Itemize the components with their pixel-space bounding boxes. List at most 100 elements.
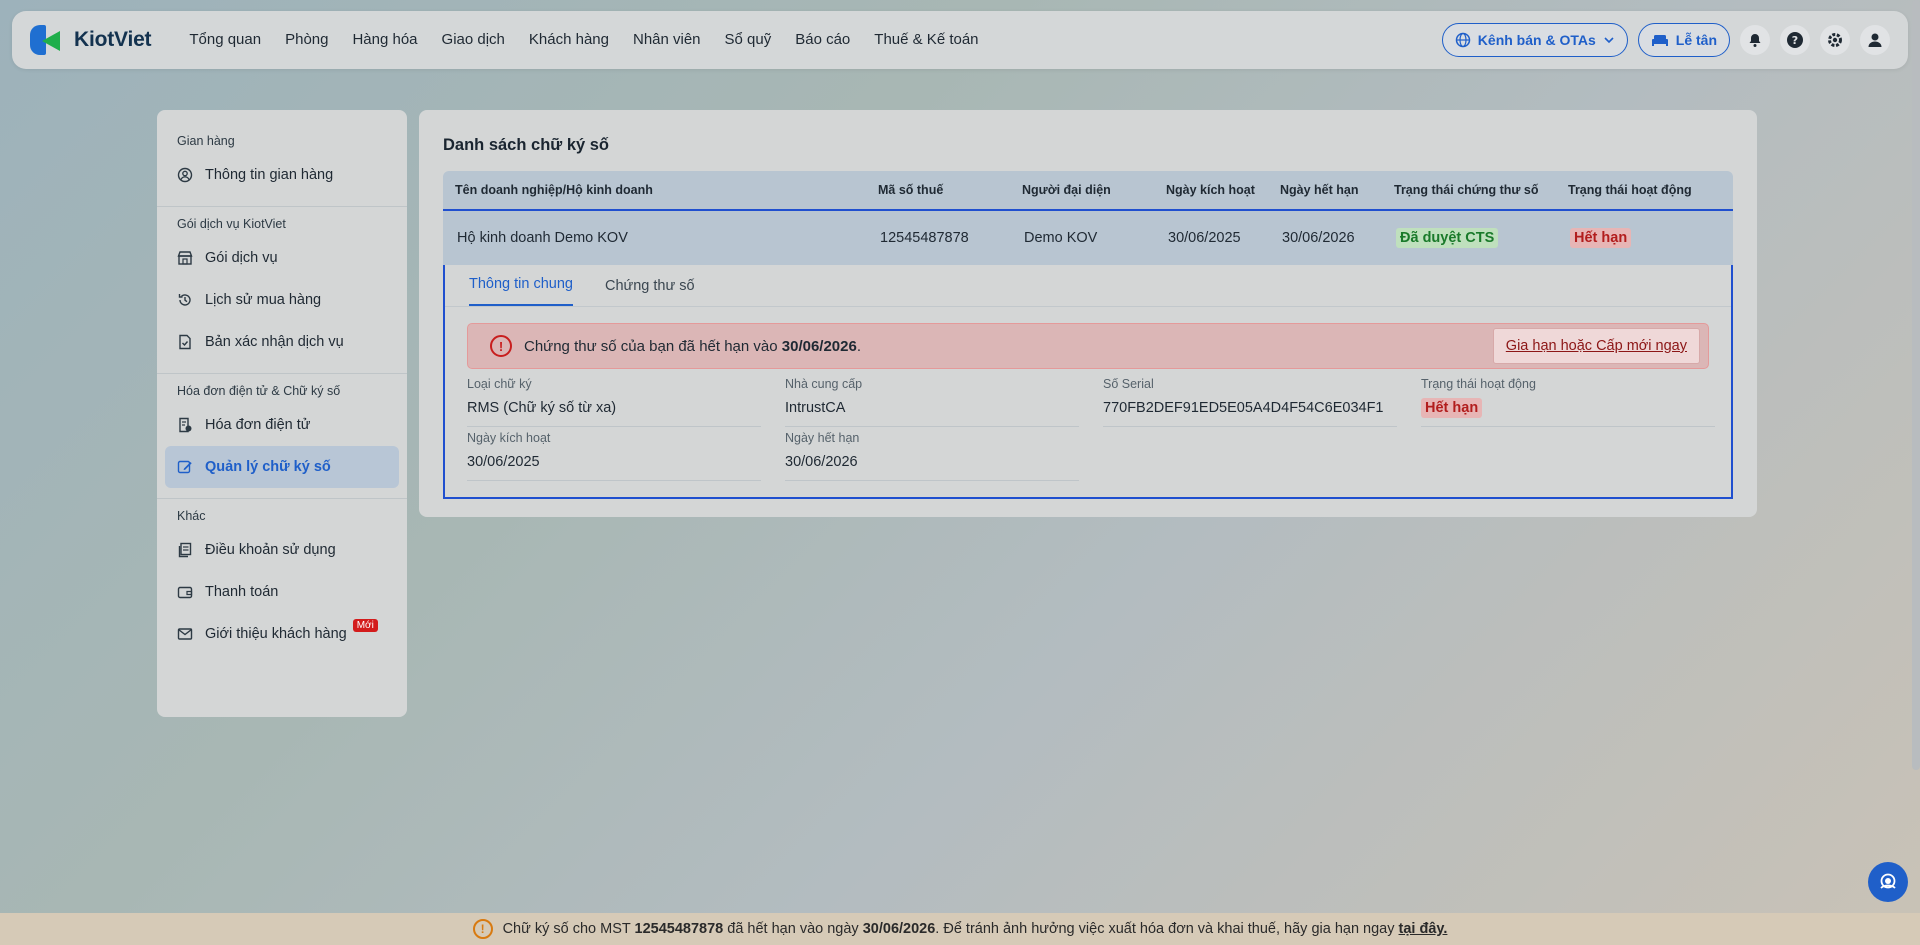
field-operation-status: Trạng thái hoạt động Hết hạn	[1421, 373, 1715, 427]
bell-icon	[1749, 34, 1761, 47]
help-button[interactable]: ?	[1780, 25, 1810, 55]
column-header-tax-code: Mã số thuế	[878, 183, 944, 197]
gear-icon	[1828, 33, 1842, 47]
settings-sidebar: Gian hàng Thông tin gian hàng Gói dịch v…	[157, 110, 407, 717]
table-row[interactable]: Hộ kinh doanh Demo KOV 12545487878 Demo …	[443, 209, 1733, 265]
user-button[interactable]	[1860, 25, 1890, 55]
banner-text-3: . Để tránh ảnh hưởng việc xuất hóa đơn v…	[935, 921, 1399, 937]
cell-expiry-date: 30/06/2026	[1282, 230, 1355, 246]
sidebar-item-referral[interactable]: Giới thiệu khách hàng Mới	[165, 613, 399, 655]
sidebar-item-service-confirmation[interactable]: Bản xác nhận dịch vụ	[165, 321, 399, 363]
sidebar-item-signature-management[interactable]: Quản lý chữ ký số	[165, 446, 399, 488]
nav-item-nhan-vien[interactable]: Nhân viên	[621, 11, 713, 69]
sidebar-item-terms[interactable]: Điều khoản sử dụng	[165, 529, 399, 571]
field-value: RMS (Chữ ký số từ xa)	[467, 397, 761, 427]
sidebar-item-label: Điều khoản sử dụng	[205, 542, 336, 558]
field-expiry-date: Ngày hết hạn 30/06/2026	[785, 427, 1079, 481]
field-value: IntrustCA	[785, 397, 1079, 427]
column-header-certificate-status: Trạng thái chứng thư số	[1394, 183, 1539, 197]
sidebar-group-title: Gói dịch vụ KiotViet	[177, 217, 286, 231]
sidebar-group-title: Hóa đơn điện tử & Chữ ký số	[177, 384, 341, 398]
certificate-status-badge: Đã duyệt CTS	[1396, 228, 1499, 248]
main-nav: Tổng quan Phòng Hàng hóa Giao dịch Khách…	[177, 11, 990, 69]
new-badge: Mới	[352, 618, 378, 632]
field-value: 30/06/2025	[467, 451, 761, 481]
field-value-container: Hết hạn	[1421, 397, 1715, 427]
logo[interactable]: KiotViet	[28, 23, 152, 57]
field-provider: Nhà cung cấp IntrustCA	[785, 373, 1079, 427]
sidebar-item-label: Thanh toán	[205, 584, 279, 600]
banner-text-2: đã hết hạn vào ngày	[723, 921, 863, 937]
sidebar-item-purchase-history[interactable]: Lịch sử mua hàng	[165, 279, 399, 321]
tab-general-info[interactable]: Thông tin chung	[469, 276, 573, 306]
expired-alert: ! Chứng thư số của bạn đã hết hạn vào 30…	[467, 323, 1709, 369]
field-activation-date: Ngày kích hoạt 30/06/2025	[467, 427, 761, 481]
channels-button[interactable]: Kênh bán & OTAs	[1441, 23, 1628, 57]
cell-name: Hộ kinh doanh Demo KOV	[457, 230, 628, 246]
user-circle-icon	[177, 167, 193, 183]
notification-button[interactable]	[1740, 25, 1770, 55]
support-chat-button[interactable]	[1868, 862, 1908, 902]
sidebar-item-payment[interactable]: Thanh toán	[165, 571, 399, 613]
nav-item-hang-hoa[interactable]: Hàng hóa	[340, 11, 429, 69]
column-header-operation-status: Trạng thái hoạt động	[1568, 183, 1692, 197]
alert-text-prefix: Chứng thư số của bạn đã hết hạn vào	[524, 337, 782, 355]
warning-icon: !	[472, 919, 493, 939]
bed-icon	[1651, 35, 1668, 46]
user-icon	[1868, 33, 1882, 47]
cell-activation-date: 30/06/2025	[1168, 230, 1241, 246]
sidebar-item-store-info[interactable]: Thông tin gian hàng	[165, 154, 399, 196]
field-label: Ngày hết hạn	[785, 431, 860, 445]
top-navbar: KiotViet Tổng quan Phòng Hàng hóa Giao d…	[12, 11, 1908, 69]
field-label: Ngày kích hoạt	[467, 431, 551, 445]
sidebar-item-label: Giới thiệu khách hàng	[205, 626, 347, 642]
nav-item-khach-hang[interactable]: Khách hàng	[517, 11, 621, 69]
channels-label: Kênh bán & OTAs	[1477, 32, 1596, 48]
chevron-down-icon	[1604, 37, 1614, 44]
field-label: Loại chữ ký	[467, 377, 532, 391]
expanded-row-container: Hộ kinh doanh Demo KOV 12545487878 Demo …	[443, 209, 1733, 499]
banner-link[interactable]: tại đây.	[1399, 921, 1448, 937]
banner-mst: 12545487878	[634, 921, 724, 937]
support-agent-icon	[1880, 873, 1896, 889]
nav-item-bao-cao[interactable]: Báo cáo	[783, 11, 862, 69]
tab-certificate[interactable]: Chứng thư số	[605, 278, 695, 306]
nav-item-tong-quan[interactable]: Tổng quan	[177, 11, 273, 69]
kiotviet-logo-icon	[28, 23, 64, 57]
cell-tax-code: 12545487878	[880, 230, 969, 246]
edit-signature-icon	[177, 460, 192, 474]
reception-button[interactable]: Lễ tân	[1637, 23, 1730, 57]
page-scrollbar[interactable]	[1912, 0, 1920, 770]
settings-button[interactable]	[1820, 25, 1850, 55]
logo-text: KiotViet	[74, 28, 152, 51]
column-header-name: Tên doanh nghiệp/Hộ kinh doanh	[455, 183, 653, 197]
sidebar-item-service-package[interactable]: Gói dịch vụ	[165, 237, 399, 279]
column-header-expiry-date: Ngày hết hạn	[1280, 183, 1359, 197]
field-label: Số Serial	[1103, 377, 1154, 391]
divider	[157, 206, 407, 207]
renew-button[interactable]: Gia hạn hoặc Cấp mới ngay	[1492, 328, 1700, 364]
nav-item-thue-ke-toan[interactable]: Thuế & Kế toán	[862, 11, 990, 69]
sidebar-group-title: Gian hàng	[177, 134, 235, 148]
help-icon: ?	[1787, 32, 1803, 48]
sidebar-item-label: Lịch sử mua hàng	[205, 292, 322, 308]
expiry-warning-banner: ! Chữ ký số cho MST 12545487878 đã hết h…	[0, 913, 1920, 945]
alert-date: 30/06/2026	[781, 337, 857, 355]
store-icon	[177, 251, 193, 265]
error-icon: !	[490, 335, 512, 357]
banner-text: Chữ ký số cho MST 12545487878 đã hết hạn…	[503, 921, 1448, 937]
signature-list-panel: Danh sách chữ ký số Tên doanh nghiệp/Hộ …	[419, 110, 1757, 517]
sidebar-item-e-invoice[interactable]: Hóa đơn điện tử	[165, 404, 399, 446]
nav-item-phong[interactable]: Phòng	[273, 11, 340, 69]
wallet-icon	[177, 586, 193, 599]
operation-status-badge: Hết hạn	[1570, 228, 1632, 248]
field-label: Trạng thái hoạt động	[1421, 377, 1536, 391]
sidebar-item-label: Bản xác nhận dịch vụ	[205, 334, 344, 350]
history-icon	[178, 294, 191, 306]
alert-text-suffix: .	[856, 337, 862, 355]
nav-item-giao-dich[interactable]: Giao dịch	[430, 11, 517, 69]
nav-item-so-quy[interactable]: Sổ quỹ	[713, 11, 784, 69]
sidebar-group-title: Khác	[177, 509, 206, 523]
field-value: 770FB2DEF91ED5E05A4D4F54C6E034F1	[1103, 397, 1397, 427]
svg-text:?: ?	[1792, 34, 1798, 47]
